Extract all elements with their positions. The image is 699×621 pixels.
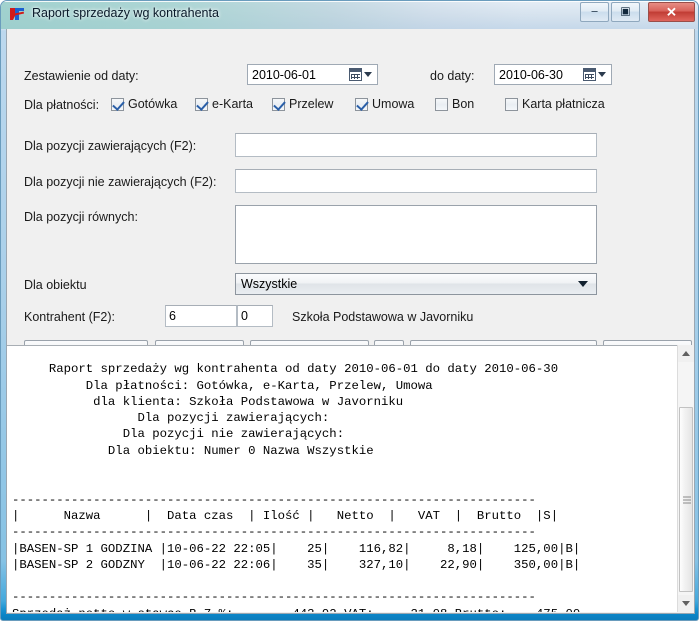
- object-select[interactable]: Wszystkie: [235, 273, 597, 295]
- object-label: Dla obiektu: [24, 278, 87, 292]
- date-from-label: Zestawienie od daty:: [24, 69, 139, 83]
- application-window: Raport sprzedaży wg kontrahenta – ▣ ✕ Ze…: [0, 0, 699, 621]
- contains-label: Dla pozycji zawierających (F2):: [24, 139, 197, 153]
- checkbox-przelew[interactable]: Przelew: [272, 97, 333, 111]
- payments-label: Dla płatności:: [24, 98, 100, 112]
- scrollbar-thumb[interactable]: [679, 407, 693, 592]
- checkbox-label: Umowa: [372, 97, 415, 111]
- triangle-up-icon: [682, 351, 690, 356]
- contractor-label: Kontrahent (F2):: [24, 310, 116, 324]
- chevron-down-icon: [364, 72, 372, 77]
- checkbox-bon[interactable]: Bon: [435, 97, 474, 111]
- contractor-sub-input[interactable]: 0: [237, 305, 273, 327]
- scroll-down-button[interactable]: [678, 595, 694, 612]
- checkbox-icon: [272, 97, 285, 111]
- minimize-icon: –: [591, 5, 598, 18]
- checkbox-e-karta[interactable]: e-Karta: [195, 97, 253, 111]
- checkbox-label: e-Karta: [212, 97, 253, 111]
- window-titlebar[interactable]: Raport sprzedaży wg kontrahenta – ▣ ✕: [1, 1, 698, 29]
- checkbox-karta-platnicza[interactable]: Karta płatnicza: [505, 97, 605, 111]
- checkbox-icon: [435, 97, 448, 111]
- checkbox-label: Karta płatnicza: [522, 97, 605, 111]
- zl-logo-icon: [10, 8, 25, 20]
- contains-input[interactable]: [235, 133, 597, 157]
- close-button[interactable]: ✕: [648, 2, 695, 22]
- date-to-label: do daty:: [430, 69, 475, 83]
- checkbox-icon: [505, 97, 518, 111]
- contractor-name: Szkoła Podstawowa w Javorniku: [292, 310, 474, 324]
- report-filter-form: Zestawienie od daty: 2010-06-01 do daty:…: [7, 29, 694, 367]
- maximize-icon: ▣: [620, 5, 631, 18]
- date-from-value: 2010-06-01: [252, 67, 316, 82]
- report-vertical-scrollbar[interactable]: [677, 345, 694, 612]
- checkbox-icon: [111, 97, 124, 111]
- checkbox-umowa[interactable]: Umowa: [355, 97, 414, 111]
- scrollbar-grip-icon: [683, 496, 691, 503]
- date-to-value: 2010-06-30: [499, 67, 563, 82]
- chevron-down-icon: [598, 72, 606, 77]
- not-contains-label: Dla pozycji nie zawierających (F2):: [24, 175, 217, 189]
- close-icon: ✕: [666, 4, 677, 20]
- calendar-icon: [583, 68, 596, 81]
- checkbox-icon: [355, 97, 368, 111]
- report-text: Raport sprzedaży wg kontrahenta od daty …: [12, 362, 581, 612]
- calendar-icon: [349, 68, 362, 81]
- report-output-panel[interactable]: Raport sprzedaży wg kontrahenta od daty …: [7, 345, 694, 612]
- equals-textarea[interactable]: [235, 205, 597, 264]
- object-value: Wszystkie: [241, 277, 298, 291]
- checkbox-icon: [195, 97, 208, 111]
- triangle-down-icon: [682, 601, 690, 606]
- checkbox-gotowka[interactable]: Gotówka: [111, 97, 177, 111]
- minimize-button[interactable]: –: [580, 2, 609, 22]
- chevron-down-icon: [578, 281, 588, 287]
- window-client-area: Zestawienie od daty: 2010-06-01 do daty:…: [6, 29, 695, 614]
- date-from-picker[interactable]: 2010-06-01: [247, 64, 378, 85]
- contractor-id-input[interactable]: 6: [165, 305, 237, 327]
- not-contains-input[interactable]: [235, 169, 597, 193]
- checkbox-label: Bon: [452, 97, 475, 111]
- checkbox-label: Przelew: [289, 97, 334, 111]
- checkbox-label: Gotówka: [128, 97, 178, 111]
- scroll-up-button[interactable]: [678, 345, 694, 362]
- maximize-button[interactable]: ▣: [611, 2, 640, 22]
- window-title: Raport sprzedaży wg kontrahenta: [32, 6, 219, 20]
- date-to-picker[interactable]: 2010-06-30: [494, 64, 612, 85]
- equals-label: Dla pozycji równych:: [24, 210, 138, 224]
